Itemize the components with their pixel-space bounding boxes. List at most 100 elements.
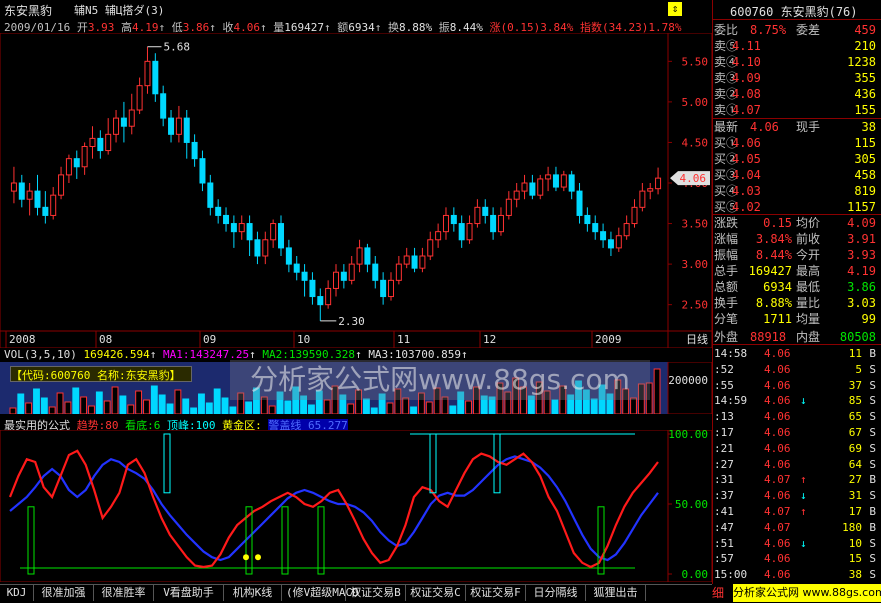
candle-body bbox=[427, 239, 434, 257]
tick-row[interactable]: :17 4.06 67 S bbox=[714, 425, 878, 440]
buy-price: 4.02 bbox=[732, 200, 761, 214]
candle-body bbox=[395, 263, 402, 281]
vol-bar bbox=[590, 398, 598, 414]
tick-row[interactable]: :55 4.06 37 S bbox=[714, 378, 878, 393]
candle-body bbox=[576, 190, 583, 216]
candle-body bbox=[529, 182, 536, 196]
candle-body bbox=[301, 271, 308, 281]
tick-volume: 11 bbox=[848, 347, 862, 360]
vol-bar bbox=[150, 385, 158, 414]
vol-bar bbox=[221, 397, 229, 414]
tick-time: 15:00 bbox=[714, 568, 748, 582]
vol-bar bbox=[88, 405, 95, 414]
sell-volume: 355 bbox=[854, 71, 876, 85]
tick-row[interactable]: 14:59 4.06 ↓ 85 S bbox=[714, 393, 878, 408]
tick-price: 4.06 bbox=[764, 394, 791, 408]
tick-row[interactable]: :51 4.06 ↓ 10 S bbox=[714, 536, 878, 551]
divider bbox=[712, 19, 881, 20]
tick-row[interactable]: :37 4.06 ↓ 31 S bbox=[714, 488, 878, 503]
tick-time: 14:59 bbox=[714, 394, 748, 408]
indicator-tabs: KDJ 很准加强 很准胜率 V看盘助手 机构K线 (修V超级MACD 权证交易B 权证交易C 权… bbox=[0, 584, 712, 603]
sell-row[interactable]: 卖⑤ 4.11 210 bbox=[714, 38, 878, 54]
indicator-tab-button[interactable]: 权证交易B bbox=[346, 585, 406, 601]
sell-price: 4.08 bbox=[732, 87, 761, 101]
candle-body bbox=[42, 206, 49, 216]
candle-body bbox=[545, 174, 552, 180]
tick-volume: 10 bbox=[848, 536, 862, 550]
buy-row[interactable]: 买① 4.06 115 bbox=[714, 135, 878, 151]
price-chart[interactable]: 5.505.004.504.003.503.002.505.682.304.06… bbox=[0, 33, 712, 348]
tick-row[interactable]: 14:58 4.06 11 B bbox=[714, 346, 878, 361]
indicator-tab-button[interactable]: 很准胜率 bbox=[94, 585, 154, 601]
indicator-tab-button[interactable]: 权证交易C bbox=[406, 585, 466, 601]
candle-body bbox=[168, 117, 175, 135]
sell-volume: 155 bbox=[854, 103, 876, 117]
vol-bar bbox=[551, 399, 559, 414]
tick-time: :31 bbox=[714, 473, 734, 487]
candle-body bbox=[403, 255, 410, 265]
sell-row[interactable]: 卖① 4.07 155 bbox=[714, 102, 878, 118]
tick-row[interactable]: :21 4.06 69 S bbox=[714, 441, 878, 456]
tick-time: :27 bbox=[714, 457, 734, 471]
indicator-tab-button[interactable]: 很准加强 bbox=[34, 585, 94, 601]
tick-row[interactable]: :47 4.07 180 B bbox=[714, 520, 878, 535]
stat-label: 振幅 bbox=[714, 248, 739, 262]
tick-volume: 67 bbox=[848, 426, 862, 439]
buy-row[interactable]: 买③ 4.04 458 bbox=[714, 167, 878, 183]
watermark: 分析家公式网www.88gs.com bbox=[230, 360, 650, 400]
vol-bar bbox=[127, 404, 135, 414]
indicator-tab[interactable]: 辅N5 辅Ц搭ダ(3) bbox=[74, 2, 164, 18]
tick-row[interactable]: :57 4.06 15 S bbox=[714, 551, 878, 566]
candle-body bbox=[278, 223, 285, 249]
candle-body bbox=[175, 117, 182, 135]
stat-value: 99 bbox=[861, 312, 876, 326]
candle-body bbox=[333, 271, 339, 289]
tick-price: 4.06 bbox=[764, 552, 791, 566]
stat-value: 8.88% bbox=[755, 296, 792, 310]
scroll-up-arrow-icon[interactable]: ⇕ bbox=[668, 2, 682, 16]
buy-row[interactable]: 买② 4.05 305 bbox=[714, 151, 878, 167]
tick-volume: 27 bbox=[848, 473, 862, 487]
formula-chart[interactable]: 100.00 50.00 0.00 bbox=[0, 430, 712, 582]
candle-body bbox=[568, 174, 575, 192]
buy-row[interactable]: 买④ 4.03 819 bbox=[714, 183, 878, 199]
indicator-tab-button[interactable]: 日分隔线 bbox=[526, 585, 586, 601]
buy-price: 4.05 bbox=[732, 152, 761, 166]
candle-body bbox=[639, 190, 646, 208]
indicator-tab-button[interactable]: V看盘助手 bbox=[154, 585, 224, 601]
sell-row[interactable]: 卖④ 4.10 1238 bbox=[714, 54, 878, 70]
quote-name: 东安黑豹 bbox=[780, 5, 829, 19]
tick-row[interactable]: :27 4.06 64 S bbox=[714, 457, 878, 472]
indicator-tab-button[interactable]: 权证交易F bbox=[466, 585, 526, 601]
stat-label: 换手 bbox=[714, 296, 739, 310]
sell-row[interactable]: 卖② 4.08 436 bbox=[714, 86, 878, 102]
tick-row[interactable]: 15:00 4.06 38 S bbox=[714, 567, 878, 582]
sell-price: 4.11 bbox=[732, 39, 761, 53]
y-tick-label: 3.00 bbox=[682, 258, 709, 271]
candle-body bbox=[152, 60, 159, 95]
tick-row[interactable]: :41 4.07 ↑ 17 B bbox=[714, 504, 878, 519]
tick-row[interactable]: :52 4.06 5 S bbox=[714, 362, 878, 377]
indicator-tab-button[interactable]: (修V超级MACD bbox=[282, 585, 359, 601]
tick-volume: 15 bbox=[848, 552, 862, 566]
vol-bar bbox=[308, 404, 315, 414]
candle-body bbox=[442, 214, 449, 233]
tick-row[interactable]: :31 4.07 ↑ 27 B bbox=[714, 472, 878, 487]
candle-body bbox=[419, 255, 426, 269]
buy-row[interactable]: 买⑤ 4.02 1157 bbox=[714, 199, 878, 215]
candle-body bbox=[215, 206, 222, 216]
candle-body bbox=[560, 174, 567, 188]
fin-label[interactable]: 细 bbox=[712, 584, 732, 602]
sell-row[interactable]: 卖③ 4.09 355 bbox=[714, 70, 878, 86]
indicator-tab-button[interactable]: 狐狸出击 bbox=[586, 585, 646, 601]
gold-dot bbox=[243, 554, 249, 561]
indicator-tab-button[interactable]: 机构K线 bbox=[224, 585, 282, 601]
tick-time: :17 bbox=[714, 426, 734, 439]
candle-body bbox=[372, 263, 379, 281]
stat-value: 0.15 bbox=[763, 216, 792, 230]
candle-body bbox=[380, 279, 387, 298]
indicator-tab-button[interactable]: KDJ bbox=[0, 585, 34, 601]
tick-row[interactable]: :13 4.06 65 S bbox=[714, 409, 878, 424]
wc-value: 459 bbox=[854, 23, 876, 37]
buy-volume: 458 bbox=[854, 168, 876, 182]
